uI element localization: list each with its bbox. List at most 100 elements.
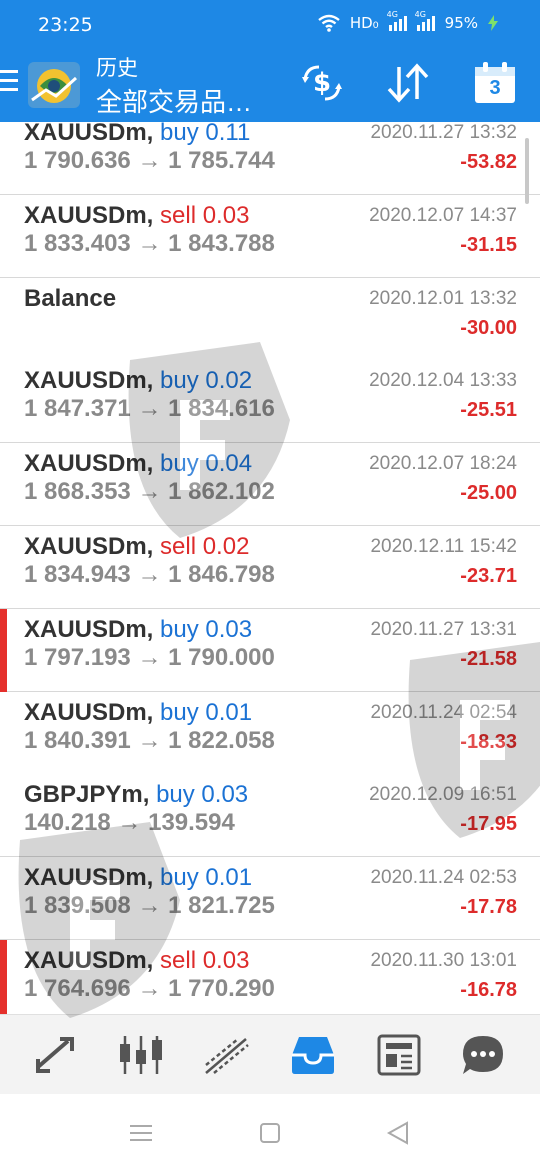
deal-date: 2020.11.30 13:01 <box>370 950 517 971</box>
deal-date: 2020.12.01 13:32 <box>369 287 517 309</box>
home-icon[interactable] <box>257 1120 283 1146</box>
deal-side-volume: sell 0.02 <box>160 533 250 560</box>
sort-icon <box>387 63 429 103</box>
history-row[interactable]: XAUUSDm, buy 0.04 1 868.353 → 1 862.102 20… <box>0 443 540 527</box>
history-row[interactable]: XAUUSDm, buy 0.11 1 790.636 → 1 785.744 20… <box>0 122 540 195</box>
calendar-day: 3 <box>489 77 501 99</box>
deal-date: 2020.11.24 02:53 <box>370 867 517 889</box>
symbol-filter[interactable]: 全部交易品… <box>96 82 252 119</box>
deal-title: Balance <box>24 285 116 313</box>
deal-side-volume: buy 0.03 <box>156 781 249 809</box>
deal-side-volume: buy 0.11 <box>160 122 251 146</box>
symbol-label: XAUUSDm, <box>24 947 154 974</box>
deal-prices: 1 868.353 → 1 862.102 <box>24 478 275 506</box>
status-bar: 23:25 HD₀ 4G 4G 95% <box>0 0 540 48</box>
deal-profit: -23.71 <box>460 565 517 587</box>
deal-title: XAUUSDm, buy 0.02 <box>24 367 252 395</box>
deal-profit: -31.15 <box>460 233 517 256</box>
deal-title: GBPJPYm, buy 0.03 <box>24 781 248 809</box>
status-time: 23:25 <box>38 14 93 36</box>
deal-side-volume: buy 0.03 <box>160 615 253 643</box>
deal-side-volume: sell 0.03 <box>160 201 250 229</box>
row-marker <box>0 608 7 692</box>
symbol-label: XAUUSDm, <box>24 533 154 560</box>
svg-text:$: $ <box>313 68 331 98</box>
back-icon[interactable] <box>385 1120 411 1146</box>
nav-chart[interactable] <box>118 1033 164 1077</box>
symbol-label: XAUUSDm, <box>24 450 154 478</box>
symbol-label: XAUUSDm, <box>24 864 154 892</box>
history-row[interactable]: GBPJPYm, buy 0.03 140.218 → 139.594 2020.1… <box>0 774 540 858</box>
sort-button[interactable] <box>384 60 432 106</box>
deal-title: XAUUSDm, buy 0.03 <box>24 616 252 644</box>
deal-profit: -21.58 <box>460 647 517 670</box>
deal-prices: 1 790.636 → 1 785.744 <box>24 147 275 174</box>
symbol-label: XAUUSDm, <box>24 201 154 229</box>
history-row[interactable]: XAUUSDm, buy 0.02 1 847.371 → 1 834.616 20… <box>0 360 540 444</box>
deposit-withdraw-button[interactable]: $ <box>298 60 346 106</box>
symbol-label: XAUUSDm, <box>24 698 154 726</box>
signal-icon: 4G <box>415 10 435 31</box>
history-icon <box>292 1037 334 1074</box>
nav-quotes[interactable] <box>33 1033 79 1077</box>
deal-date: 2020.12.11 15:42 <box>370 536 517 557</box>
history-row[interactable]: XAUUSDm, buy 0.01 1 839.508 → 1 821.725 20… <box>0 857 540 941</box>
nav-news[interactable] <box>376 1033 422 1077</box>
history-row[interactable]: Balance 2020.12.01 13:32 -30.00 <box>0 277 540 361</box>
deal-profit: -30.00 <box>460 316 517 339</box>
history-row[interactable]: XAUUSDm, buy 0.01 1 840.391 → 1 822.058 20… <box>0 691 540 775</box>
deal-title: XAUUSDm, buy 0.04 <box>24 450 252 478</box>
wifi-icon <box>318 14 340 32</box>
app-header: 23:25 HD₀ 4G 4G 95% 历史 全部交易品… $ 3 <box>0 0 540 122</box>
menu-icon[interactable] <box>0 70 18 94</box>
list-scrollbar[interactable] <box>525 138 529 204</box>
deal-date: 2020.12.07 18:24 <box>369 453 517 475</box>
symbol-label: XAUUSDm, <box>24 122 154 146</box>
deal-title: XAUUSDm, sell 0.03 <box>24 947 249 975</box>
deal-side-volume: buy 0.01 <box>160 698 253 726</box>
calendar-button[interactable]: 3 <box>474 62 516 104</box>
news-icon <box>377 1034 421 1076</box>
chart-icon <box>120 1036 162 1074</box>
deal-side-volume: buy 0.01 <box>160 864 253 892</box>
deal-date: 2020.12.09 16:51 <box>369 784 517 806</box>
chat-icon <box>463 1036 503 1074</box>
signal-icon: 4G <box>387 10 407 31</box>
deal-date: 2020.12.04 13:33 <box>369 370 517 392</box>
trade-icon <box>205 1038 249 1074</box>
deal-profit: -53.82 <box>460 151 517 173</box>
deal-prices: 1 833.403 → 1 843.788 <box>24 229 275 257</box>
bottom-navigation <box>0 1014 540 1094</box>
page-title: 历史 <box>96 57 138 80</box>
system-navigation-bar <box>0 1094 540 1170</box>
history-row[interactable]: XAUUSDm, sell 0.03 1 833.403 → 1 843.788 2… <box>0 194 540 278</box>
deal-side-volume: buy 0.02 <box>160 367 253 395</box>
deal-date: 2020.11.27 13:32 <box>370 122 517 143</box>
deal-date: 2020.12.07 14:37 <box>369 204 517 226</box>
history-row[interactable]: XAUUSDm, sell 0.03 1 764.696 → 1 770.290 2… <box>0 940 540 1014</box>
toolbar: 历史 全部交易品… $ 3 <box>0 48 540 122</box>
history-list[interactable]: XAUUSDm, buy 0.11 1 790.636 → 1 785.744 20… <box>0 122 540 1014</box>
deal-profit: -25.00 <box>460 482 517 505</box>
charging-icon <box>488 15 498 31</box>
deal-profit: -17.95 <box>460 813 517 836</box>
symbol-label: XAUUSDm, <box>24 615 154 643</box>
battery-percent: 95% <box>444 14 478 32</box>
deal-title: XAUUSDm, buy 0.01 <box>24 864 252 892</box>
deal-prices: 1 847.371 → 1 834.616 <box>24 395 275 423</box>
deal-title: XAUUSDm, buy 0.11 <box>24 122 250 147</box>
deal-prices: 1 797.193 → 1 790.000 <box>24 643 275 671</box>
nav-trade[interactable] <box>204 1033 250 1077</box>
nav-history[interactable] <box>290 1033 336 1077</box>
deal-profit: -18.33 <box>460 730 517 753</box>
hd-label: HD₀ <box>349 14 379 32</box>
nav-chat[interactable] <box>460 1033 506 1077</box>
history-row[interactable]: XAUUSDm, buy 0.03 1 797.193 → 1 790.000 20… <box>0 608 540 692</box>
status-icons: HD₀ 4G 4G 95% <box>318 10 498 32</box>
history-row[interactable]: XAUUSDm, sell 0.02 1 834.943 → 1 846.798 2… <box>0 526 540 609</box>
deal-side-volume: sell 0.03 <box>160 947 250 974</box>
deal-title: XAUUSDm, sell 0.02 <box>24 533 249 561</box>
deal-prices: 1 839.508 → 1 821.725 <box>24 892 275 920</box>
deal-title: XAUUSDm, sell 0.03 <box>24 202 249 230</box>
recent-apps-icon[interactable] <box>128 1120 154 1146</box>
